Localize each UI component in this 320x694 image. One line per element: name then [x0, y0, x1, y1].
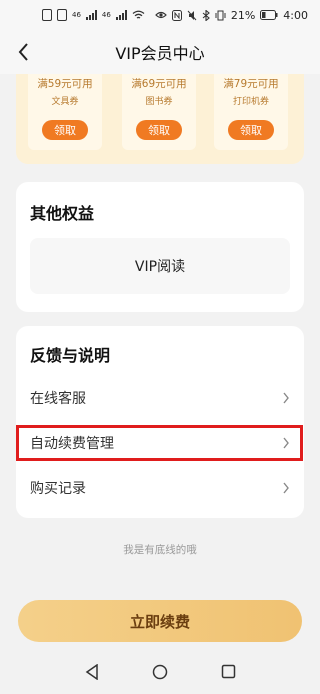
signal-icon — [115, 10, 127, 20]
section-title-rights: 其他权益 — [30, 204, 95, 223]
recents-square-icon[interactable] — [221, 664, 236, 679]
chevron-right-icon — [283, 392, 289, 404]
status-bar: 46 46 21% 4:00 — [0, 0, 320, 30]
back-triangle-icon[interactable] — [85, 664, 99, 680]
bluetooth-icon — [202, 9, 210, 21]
wifi-icon — [132, 10, 145, 19]
coupon-condition: 满69元可用 — [131, 78, 187, 90]
coupon-condition: 满79元可用 — [223, 78, 279, 90]
nfc-icon — [171, 9, 182, 21]
row-label: 在线客服 — [30, 391, 86, 407]
coupon-condition: 满59元可用 — [37, 78, 93, 90]
feedback-card: 反馈与说明 在线客服 自动续费管理 购买记录 — [16, 326, 304, 518]
coupon-books: 满69元可用 图书券 领取 — [122, 74, 196, 150]
row-label: 自动续费管理 — [30, 436, 114, 452]
chevron-left-icon[interactable] — [14, 40, 34, 64]
vibrate-icon — [215, 10, 226, 20]
row-auto-renew[interactable]: 自动续费管理 — [16, 424, 304, 462]
claim-button[interactable]: 领取 — [228, 120, 274, 140]
coupon-printer: 满79元可用 打印机券 领取 — [214, 74, 288, 150]
row-label: 购买记录 — [30, 481, 86, 497]
home-circle-icon[interactable] — [152, 664, 168, 680]
claim-button[interactable]: 领取 — [42, 120, 88, 140]
eye-icon — [154, 11, 167, 19]
carrier-label-1: 46 — [72, 11, 81, 19]
battery-icon — [260, 10, 278, 20]
signal-icon — [85, 10, 97, 20]
vip-reading-label: VIP阅读 — [134, 259, 186, 275]
sim-card-icon — [57, 9, 67, 21]
system-nav-bar — [0, 652, 320, 694]
renew-now-button[interactable]: 立即续费 — [18, 600, 302, 642]
coupon-stationery: 满59元可用 文具券 领取 — [28, 74, 102, 150]
battery-percent: 21% — [230, 8, 256, 22]
vip-reading-item[interactable]: VIP阅读 — [30, 238, 290, 294]
page-title: VIP会员中心 — [115, 44, 205, 63]
chevron-right-icon — [283, 482, 289, 494]
end-of-list-note: 我是有底线的哦 — [123, 544, 197, 556]
row-online-service[interactable]: 在线客服 — [16, 379, 304, 417]
mute-icon — [187, 10, 197, 20]
clock: 4:00 — [283, 8, 308, 22]
other-rights-card: 其他权益 VIP阅读 — [16, 182, 304, 312]
coupon-panel: 满59元可用 文具券 领取 满69元可用 图书券 领取 满79元可用 打印机券 … — [16, 74, 304, 164]
coupon-type: 打印机券 — [232, 97, 269, 107]
section-title-feedback: 反馈与说明 — [30, 346, 111, 365]
nav-bar: VIP会员中心 — [0, 30, 320, 74]
carrier-label-2: 46 — [101, 11, 111, 19]
claim-button[interactable]: 领取 — [136, 120, 182, 140]
coupon-type: 文具券 — [51, 97, 79, 107]
row-purchase-history[interactable]: 购买记录 — [16, 469, 304, 507]
coupon-type: 图书券 — [145, 97, 173, 107]
sim-card-icon — [42, 9, 52, 21]
chevron-right-icon — [283, 437, 289, 449]
